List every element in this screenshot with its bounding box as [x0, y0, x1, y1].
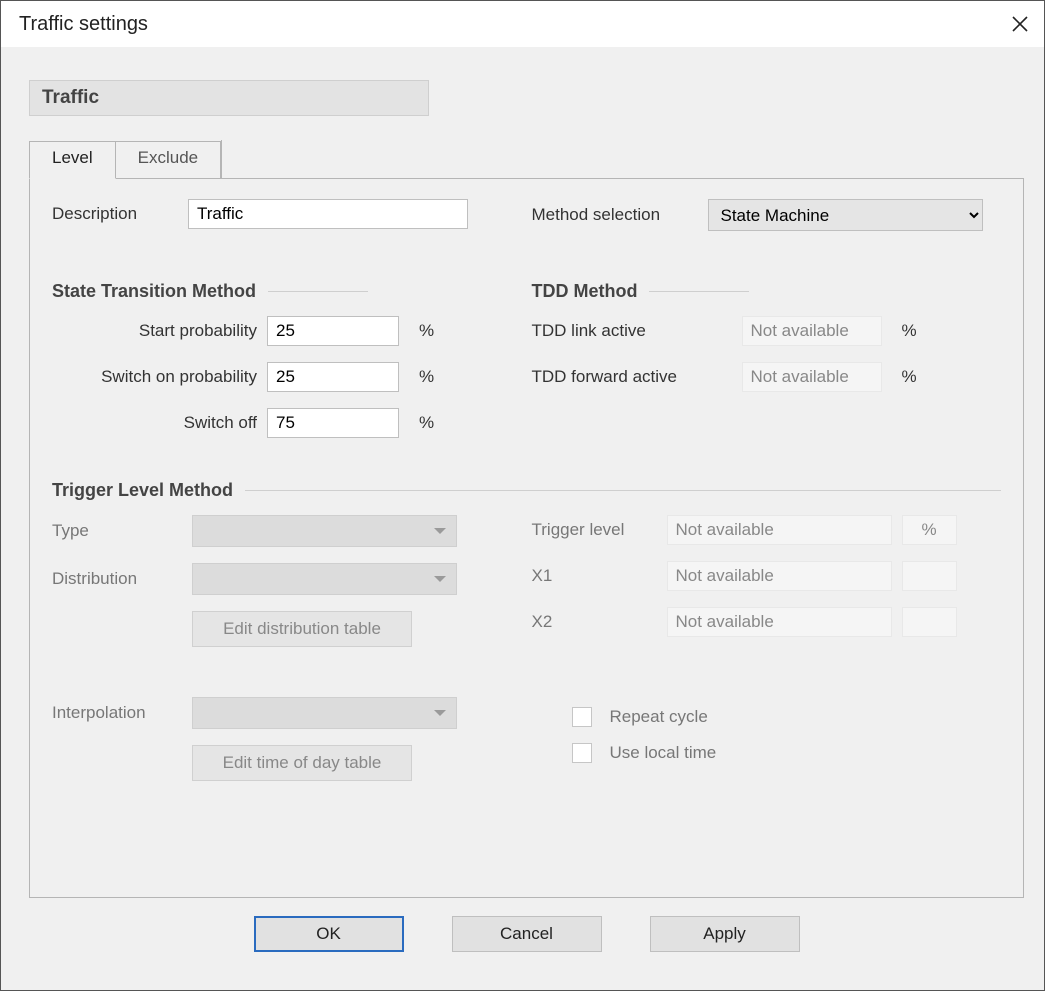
interpolation-label: Interpolation: [52, 703, 182, 723]
dialog-window: Traffic settings Traffic Level Exclude: [0, 0, 1045, 991]
x1-value: Not available: [667, 561, 892, 591]
method-selection-combo[interactable]: State Machine: [708, 199, 983, 231]
tab-exclude[interactable]: Exclude: [116, 141, 221, 179]
trigger-level-value: Not available: [667, 515, 892, 545]
group-tdd-label: TDD Method: [532, 281, 638, 302]
switch-off-label: Switch off: [52, 413, 257, 433]
type-combo: [192, 515, 457, 547]
type-label: Type: [52, 521, 182, 541]
switch-on-input[interactable]: [267, 362, 399, 392]
group-state-transition: State Transition Method: [52, 281, 522, 302]
x2-value: Not available: [667, 607, 892, 637]
group-trigger: Trigger Level Method: [52, 480, 1001, 501]
tab-level[interactable]: Level: [29, 141, 116, 179]
close-icon[interactable]: [1010, 14, 1030, 34]
tdd-link-active-value: Not available: [742, 316, 882, 346]
interpolation-combo: [192, 697, 457, 729]
description-label: Description: [52, 204, 172, 224]
edit-tod-button: Edit time of day table: [192, 745, 412, 781]
trigger-level-label: Trigger level: [532, 520, 657, 540]
pct-unit: %: [902, 321, 917, 341]
switch-off-input[interactable]: [267, 408, 399, 438]
group-line: [268, 291, 368, 292]
x2-label: X2: [532, 612, 657, 632]
method-selection-label: Method selection: [532, 205, 692, 225]
ok-button[interactable]: OK: [254, 916, 404, 952]
use-local-time-checkbox[interactable]: [572, 743, 592, 763]
tab-panel-level: Description Method selection State Machi…: [29, 178, 1024, 898]
trigger-level-unit: %: [902, 515, 957, 545]
group-line: [649, 291, 749, 292]
window-title: Traffic settings: [19, 13, 148, 36]
switch-on-label: Switch on probability: [52, 367, 257, 387]
pct-unit: %: [419, 413, 434, 433]
repeat-cycle-checkbox[interactable]: [572, 707, 592, 727]
tab-level-label: Level: [52, 148, 93, 167]
apply-button[interactable]: Apply: [650, 916, 800, 952]
tab-exclude-label: Exclude: [138, 148, 198, 167]
distribution-label: Distribution: [52, 569, 182, 589]
start-probability-input[interactable]: [267, 316, 399, 346]
x1-unit: [902, 561, 957, 591]
description-input[interactable]: [188, 199, 468, 229]
group-tdd: TDD Method: [532, 281, 1002, 302]
pct-unit: %: [419, 367, 434, 387]
group-line: [245, 490, 1001, 491]
group-trigger-label: Trigger Level Method: [52, 480, 233, 501]
tdd-link-active-label: TDD link active: [532, 321, 732, 341]
tdd-forward-active-label: TDD forward active: [532, 367, 732, 387]
edit-distribution-button: Edit distribution table: [192, 611, 412, 647]
pct-unit: %: [902, 367, 917, 387]
start-probability-label: Start probability: [52, 321, 257, 341]
tab-separator: [221, 140, 222, 178]
dialog-buttons: OK Cancel Apply: [29, 898, 1024, 974]
distribution-combo: [192, 563, 457, 595]
repeat-cycle-label: Repeat cycle: [610, 707, 708, 727]
tab-strip: Level Exclude: [29, 140, 1024, 178]
pct-unit: %: [419, 321, 434, 341]
titlebar: Traffic settings: [1, 1, 1044, 47]
section-title: Traffic: [29, 80, 429, 116]
x2-unit: [902, 607, 957, 637]
cancel-button[interactable]: Cancel: [452, 916, 602, 952]
client-area: Traffic Level Exclude Description: [1, 47, 1044, 990]
group-state-transition-label: State Transition Method: [52, 281, 256, 302]
tdd-forward-active-value: Not available: [742, 362, 882, 392]
use-local-time-label: Use local time: [610, 743, 717, 763]
x1-label: X1: [532, 566, 657, 586]
